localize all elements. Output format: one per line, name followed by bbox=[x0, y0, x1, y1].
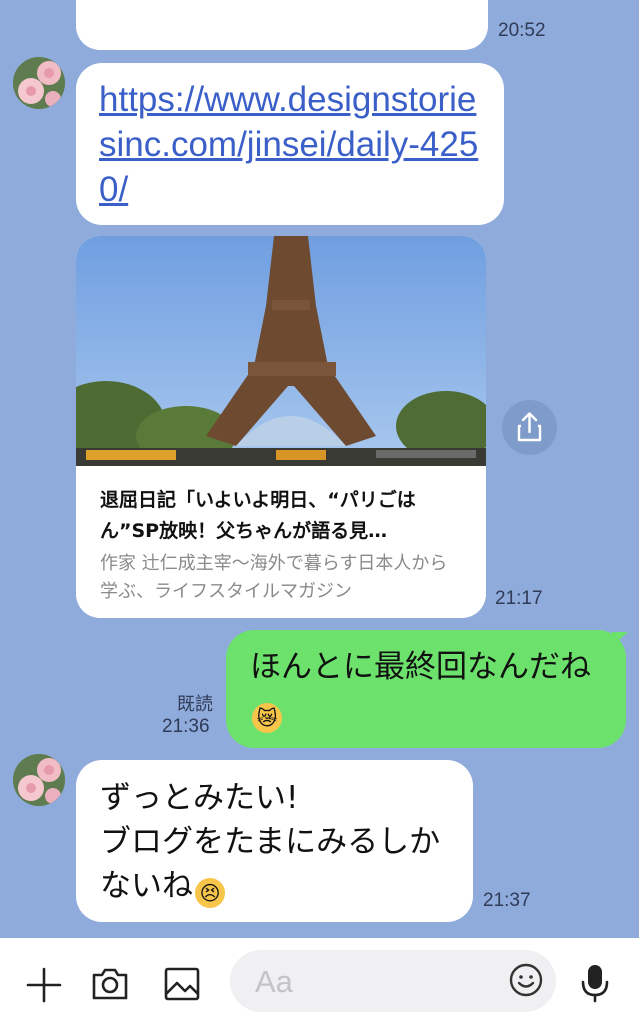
link-message-bubble[interactable]: https://www.designstoriesinc.com/jinsei/… bbox=[76, 63, 504, 225]
message-time: 21:17 bbox=[495, 588, 543, 609]
message-input-bar: Aa bbox=[0, 938, 639, 1024]
preview-title: 退屈日記「いよいよ明日、“パリごはん”SP放映！父ちゃんが語る見… bbox=[100, 489, 416, 542]
preview-image bbox=[76, 236, 486, 471]
message-time: 21:36 bbox=[162, 716, 210, 737]
read-receipt: 既読 bbox=[177, 694, 213, 714]
sent-message-content: ほんとに最終回なんだね bbox=[250, 649, 591, 685]
avatar[interactable] bbox=[13, 57, 65, 109]
received-message-content: ずっとみたい! ブログをたまにみるしかないね bbox=[100, 780, 441, 904]
received-message-bubble[interactable]: ずっとみたい! ブログをたまにみるしかないね 😣 bbox=[76, 760, 473, 922]
sent-message-text: ほんとに最終回なんだね 😿 bbox=[250, 645, 610, 733]
previous-message-bubble[interactable] bbox=[76, 0, 488, 50]
message-time: 20:52 bbox=[498, 20, 546, 41]
message-input-field[interactable]: Aa bbox=[230, 950, 556, 1012]
camera-icon[interactable] bbox=[90, 966, 130, 1002]
message-link[interactable]: https://www.designstoriesinc.com/jinsei/… bbox=[99, 77, 484, 212]
microphone-icon[interactable] bbox=[578, 962, 612, 1004]
sent-message-bubble[interactable]: ほんとに最終回なんだね 😿 bbox=[226, 630, 626, 748]
received-message-text: ずっとみたい! ブログをたまにみるしかないね 😣 bbox=[100, 776, 460, 908]
crying-cat-emoji-icon: 😿 bbox=[252, 703, 282, 733]
image-icon[interactable] bbox=[163, 966, 201, 1002]
avatar[interactable] bbox=[13, 754, 65, 806]
link-preview-card[interactable]: 退屈日記「いよいよ明日、“パリごはん”SP放映！父ちゃんが語る見… 作家 辻仁成… bbox=[76, 236, 486, 618]
message-input-placeholder: Aa bbox=[255, 964, 293, 999]
share-icon bbox=[517, 412, 542, 442]
sent-bubble-tail bbox=[612, 632, 628, 646]
message-time: 21:37 bbox=[483, 890, 531, 911]
emoji-icon[interactable] bbox=[508, 962, 544, 998]
preview-description: 作家 辻仁成主宰〜海外で暮らす日本人から学ぶ、ライフスタイルマガジン bbox=[100, 553, 448, 602]
share-button[interactable] bbox=[502, 400, 557, 455]
plus-icon[interactable] bbox=[25, 966, 63, 1004]
persevering-face-emoji-icon: 😣 bbox=[195, 878, 225, 908]
